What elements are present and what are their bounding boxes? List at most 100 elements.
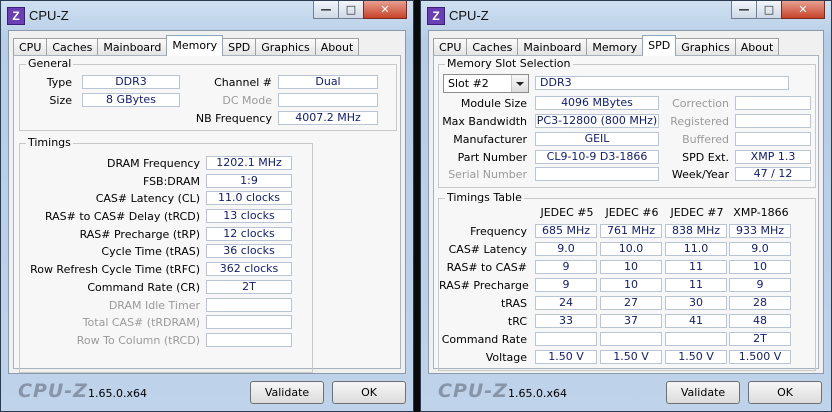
cpuz-app-icon[interactable]: Z [7, 7, 25, 25]
tab-memory[interactable]: Memory [586, 38, 644, 56]
tab-bar: CPU Caches Mainboard Memory SPD Graphics… [13, 35, 360, 56]
timings-cell: 9.0 [535, 242, 597, 256]
timings-cell [535, 332, 597, 346]
tab-caches[interactable]: Caches [46, 38, 99, 56]
timings-cell: 761 MHz [600, 224, 662, 238]
minimize-button[interactable]: — [731, 1, 757, 19]
timings-cell: 9.0 [729, 242, 791, 256]
week-year-label: Week/Year [671, 168, 729, 181]
tab-about[interactable]: About [314, 38, 360, 56]
tab-caches[interactable]: Caches [466, 38, 519, 56]
tab-about[interactable]: About [734, 38, 780, 56]
max-bandwidth-value: PC3-12800 (800 MHz) [535, 114, 659, 128]
cpuz-app-icon[interactable]: Z [427, 7, 445, 25]
timing-row-label: RAS# Precharge (tRP) [79, 228, 200, 241]
timings-row-label: tRAS [500, 297, 527, 310]
timings-cell: 1.50 V [665, 350, 727, 364]
general-group-title: General [26, 57, 74, 70]
timing-row-label: Command Rate (CR) [87, 281, 200, 294]
version-text: 1.65.0.x64 [508, 387, 567, 400]
timings-row-label: RAS# to CAS# [446, 261, 527, 274]
memory-pane: General Type DDR3 Size 8 GBytes Channel … [13, 55, 401, 373]
footer: CPU-Z 1.65.0.x64 Validate OK [8, 376, 406, 408]
timing-row-value: 1202.1 MHz [206, 156, 292, 170]
maximize-button[interactable]: □ [756, 1, 782, 19]
timings-cell: 9 [535, 260, 597, 274]
type-value: DDR3 [82, 75, 180, 89]
maximize-icon: □ [345, 3, 357, 16]
tab-memory[interactable]: Memory [166, 35, 224, 56]
timings-table-title: Timings Table [445, 191, 524, 204]
timings-cell: 24 [535, 296, 597, 310]
timings-cell: 37 [600, 314, 662, 328]
window-title: CPU-Z [29, 8, 69, 23]
channel-label: Channel # [214, 76, 272, 89]
timings-cell: 11 [665, 260, 727, 274]
close-button[interactable]: ✕ [781, 1, 825, 19]
timing-row-label: Total CAS# (tRDRAM) [82, 316, 200, 329]
timings-row-label: Frequency [470, 225, 527, 238]
memory-slot-group-title: Memory Slot Selection [445, 57, 573, 70]
correction-label: Correction [672, 97, 729, 110]
tab-mainboard[interactable]: Mainboard [97, 38, 168, 56]
part-number-value: CL9-10-9 D3-1866 [535, 150, 659, 164]
timing-row-label: CAS# Latency (CL) [95, 192, 200, 205]
timings-cell: 10 [729, 260, 791, 274]
timings-column-header: JEDEC #7 [670, 206, 724, 219]
timing-row-value: 13 clocks [206, 209, 292, 223]
minimize-icon: — [738, 3, 750, 16]
timings-group: Timings DRAM Frequency 1202.1 MHz FSB:DR… [19, 137, 313, 373]
registered-value [735, 114, 811, 128]
registered-label: Registered [670, 115, 729, 128]
timings-cell: 28 [729, 296, 791, 310]
maximize-button[interactable]: □ [338, 1, 364, 19]
slot-select[interactable]: Slot #2 [443, 74, 529, 93]
timings-cell: 48 [729, 314, 791, 328]
tab-graphics[interactable]: Graphics [255, 38, 316, 56]
tab-mainboard[interactable]: Mainboard [517, 38, 588, 56]
validate-button[interactable]: Validate [666, 381, 740, 404]
chevron-down-icon[interactable] [511, 75, 528, 92]
tab-spd[interactable]: SPD [642, 35, 677, 56]
timing-row-value [206, 298, 292, 312]
timings-cell [600, 332, 662, 346]
timing-row-value: 36 clocks [206, 244, 292, 258]
validate-button[interactable]: Validate [250, 381, 324, 404]
minimize-button[interactable]: — [313, 1, 339, 19]
tab-spd[interactable]: SPD [222, 38, 257, 56]
module-size-value: 4096 MBytes [535, 96, 659, 110]
timing-row-value [206, 315, 292, 329]
close-button[interactable]: ✕ [363, 1, 407, 19]
ok-button[interactable]: OK [332, 381, 406, 404]
cpuz-brand-logo: CPU-Z [438, 380, 508, 402]
manufacturer-value: GEIL [535, 132, 659, 146]
memory-type-value: DDR3 [535, 76, 789, 90]
timings-cell: 1.50 V [535, 350, 597, 364]
timings-column-header: JEDEC #6 [605, 206, 659, 219]
timings-table-group: Timings Table JEDEC #5 JEDEC #6 JEDEC #7… [438, 192, 816, 371]
tab-graphics[interactable]: Graphics [675, 38, 736, 56]
serial-number-value [535, 167, 659, 181]
title-bar[interactable]: Z CPU-Z — □ ✕ [1, 1, 413, 29]
nb-frequency-label: NB Frequency [195, 112, 272, 125]
timings-cell: 10 [600, 278, 662, 292]
part-number-label: Part Number [457, 151, 527, 164]
tab-cpu[interactable]: CPU [433, 38, 468, 56]
spd-pane: Memory Slot Selection Slot #2 DDR3 Modul… [433, 55, 819, 371]
footer: CPU-Z 1.65.0.x64 Validate OK [428, 376, 824, 408]
timing-row-value: 2T [206, 280, 292, 294]
timings-cell: 1.50 V [600, 350, 662, 364]
tab-cpu[interactable]: CPU [13, 38, 48, 56]
timings-group-title: Timings [26, 136, 73, 149]
maximize-icon: □ [763, 3, 775, 16]
module-size-label: Module Size [460, 97, 527, 110]
cpuz-spd-window: Z CPU-Z — □ ✕ CPU Caches Mainboard Memor… [420, 0, 832, 412]
ok-button[interactable]: OK [748, 381, 822, 404]
timings-cell: 27 [600, 296, 662, 310]
cpuz-brand-logo: CPU-Z [18, 380, 88, 402]
type-label: Type [46, 76, 72, 89]
title-bar[interactable]: Z CPU-Z — □ ✕ [421, 1, 831, 29]
timings-row-label: Command Rate [441, 333, 527, 346]
timings-column-header: JEDEC #5 [540, 206, 594, 219]
correction-value [735, 96, 811, 110]
